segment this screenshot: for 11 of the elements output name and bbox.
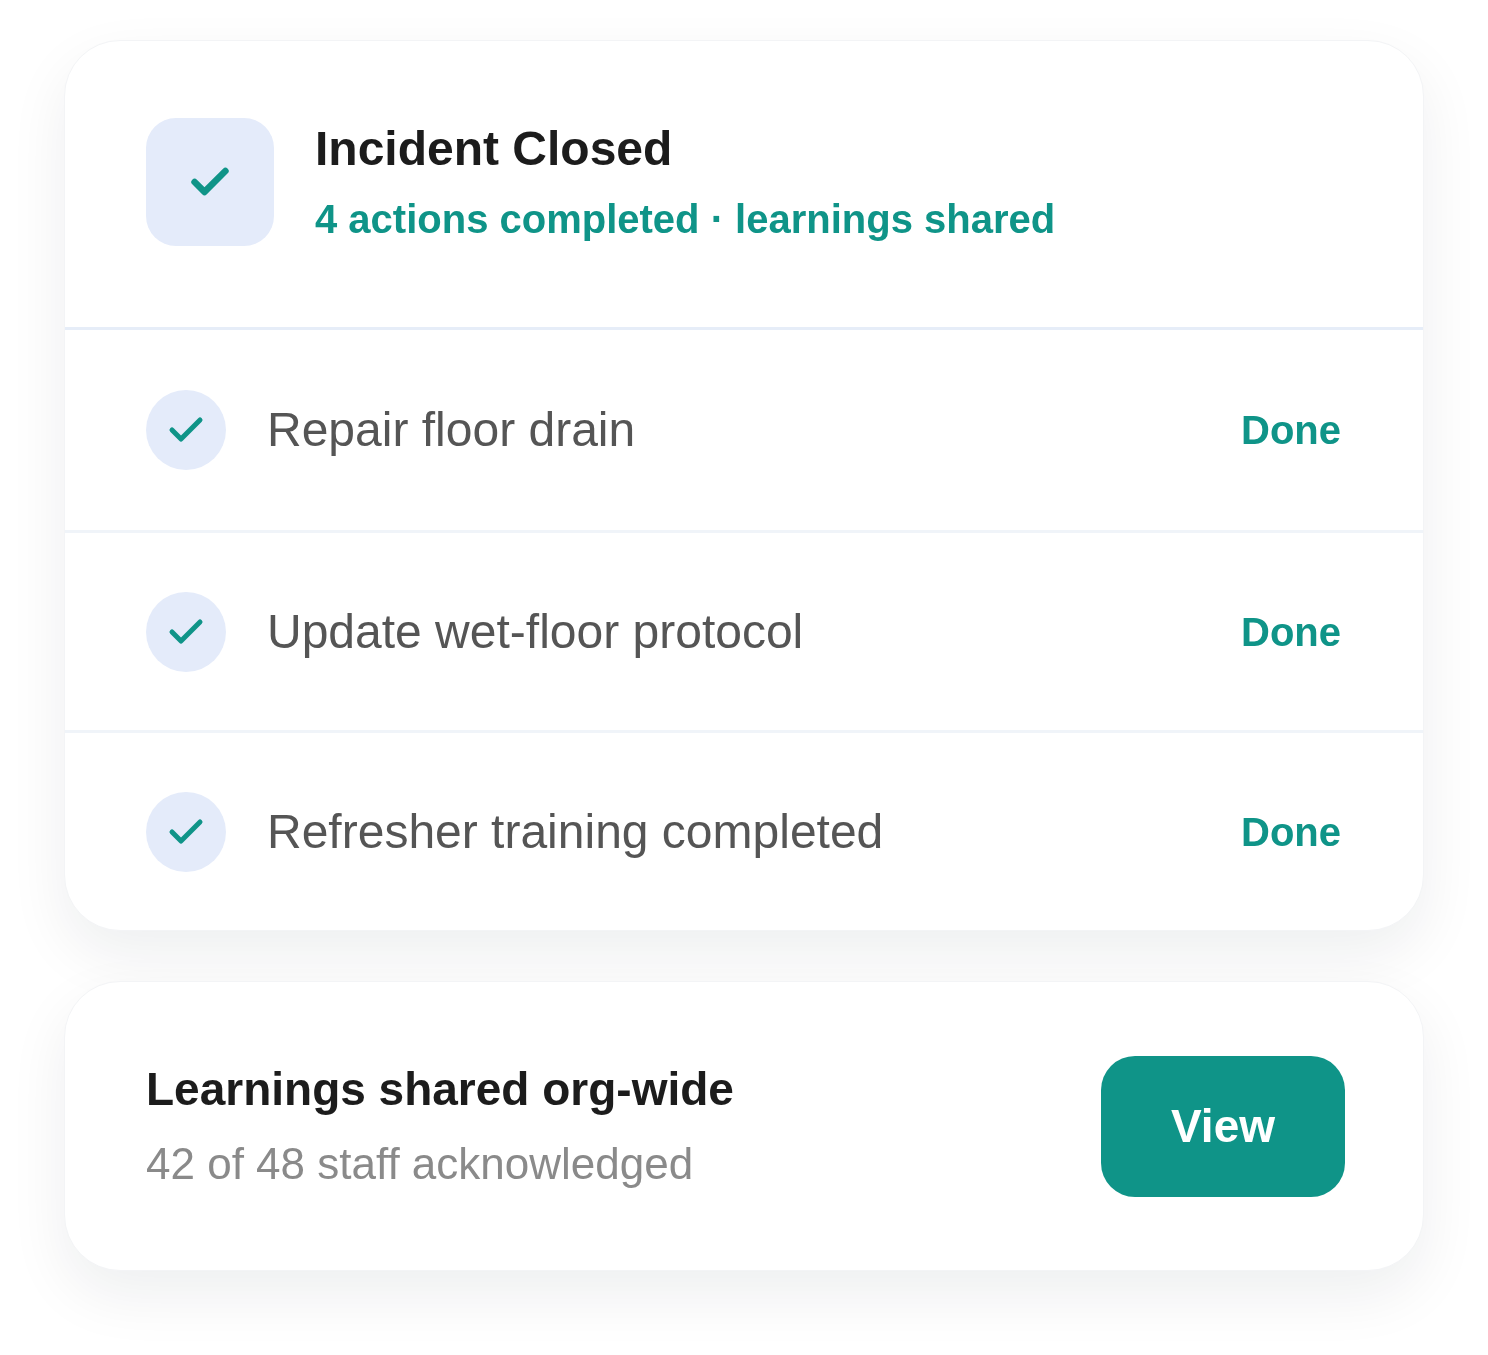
action-status: Done: [1241, 407, 1341, 454]
learnings-title: Learnings shared org-wide: [146, 1062, 735, 1116]
incident-title: Incident Closed: [315, 121, 674, 177]
action-status: Done: [1241, 808, 1341, 856]
action-status: Done: [1241, 608, 1341, 656]
action-label: Repair floor drain: [267, 402, 637, 458]
action-label: Update wet-floor protocol: [267, 603, 805, 660]
view-button[interactable]: View: [1101, 1055, 1345, 1197]
action-label: Refresher training completed: [267, 803, 885, 860]
acknowledged-count: 42 of 48 staff acknowledged: [146, 1138, 695, 1190]
incident-summary: 4 actions completed · learnings shared: [315, 196, 1056, 243]
